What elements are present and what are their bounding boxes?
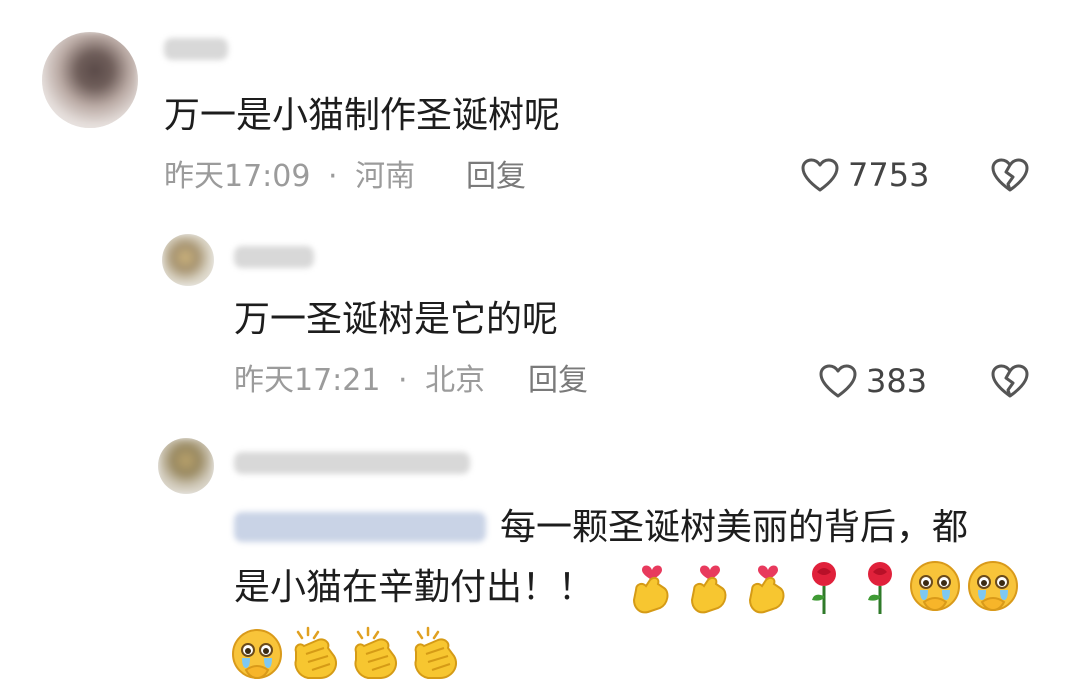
username-blurred[interactable] — [234, 452, 470, 474]
clapping-hands-emoji-icon — [414, 626, 458, 679]
clapping-hands-emoji-icon — [354, 626, 398, 679]
comment-text: 万一是小猫制作圣诞树呢 — [164, 95, 561, 136]
meta-dot: · — [398, 363, 408, 398]
comment-meta: 昨天17:09 · 河南 — [164, 160, 415, 194]
heart-icon — [819, 364, 857, 398]
reply-target-blurred[interactable] — [234, 512, 486, 542]
comment-location: 北京 — [425, 363, 486, 398]
username-blurred[interactable] — [164, 38, 228, 60]
crying-face-emoji-icon — [968, 561, 1018, 612]
comment-time: 昨天17:21 — [234, 363, 381, 398]
like-button[interactable]: 7753 — [800, 156, 930, 196]
reply-button[interactable]: 回复 — [528, 364, 588, 398]
comment-text: 万一圣诞树是它的呢 — [234, 299, 559, 340]
avatar[interactable] — [162, 234, 214, 286]
heart-icon — [801, 158, 839, 192]
crying-face-emoji-icon — [910, 561, 960, 612]
comment-text-line2: 是小猫在辛勤付出！！ — [234, 567, 595, 608]
like-count: 383 — [866, 362, 928, 400]
heart-hands-emoji-icon — [748, 565, 785, 614]
comment-meta: 昨天17:21 · 北京 — [234, 364, 485, 398]
comment-text-line1: 每一颗圣诞树美丽的背后，都 — [500, 507, 969, 548]
reply-button[interactable]: 回复 — [466, 160, 526, 194]
crying-face-emoji-icon — [232, 629, 282, 680]
like-button[interactable]: 383 — [818, 362, 938, 402]
broken-heart-icon — [991, 364, 1029, 398]
heart-hands-emoji-icon — [690, 565, 727, 614]
dislike-button[interactable] — [990, 362, 1030, 402]
emoji-row — [230, 626, 470, 684]
meta-dot: · — [328, 159, 338, 194]
heart-hands-emoji-icon — [632, 565, 669, 614]
broken-heart-icon — [991, 158, 1029, 192]
rose-emoji-icon — [812, 562, 836, 614]
avatar[interactable] — [42, 32, 138, 128]
avatar[interactable] — [158, 438, 214, 494]
username-blurred[interactable] — [234, 246, 314, 268]
like-count: 7753 — [848, 156, 930, 194]
comment-location: 河南 — [355, 159, 416, 194]
comment-time: 昨天17:09 — [164, 159, 311, 194]
clapping-hands-emoji-icon — [294, 626, 338, 679]
dislike-button[interactable] — [990, 156, 1030, 196]
rose-emoji-icon — [868, 562, 892, 614]
emoji-row — [628, 560, 1028, 616]
